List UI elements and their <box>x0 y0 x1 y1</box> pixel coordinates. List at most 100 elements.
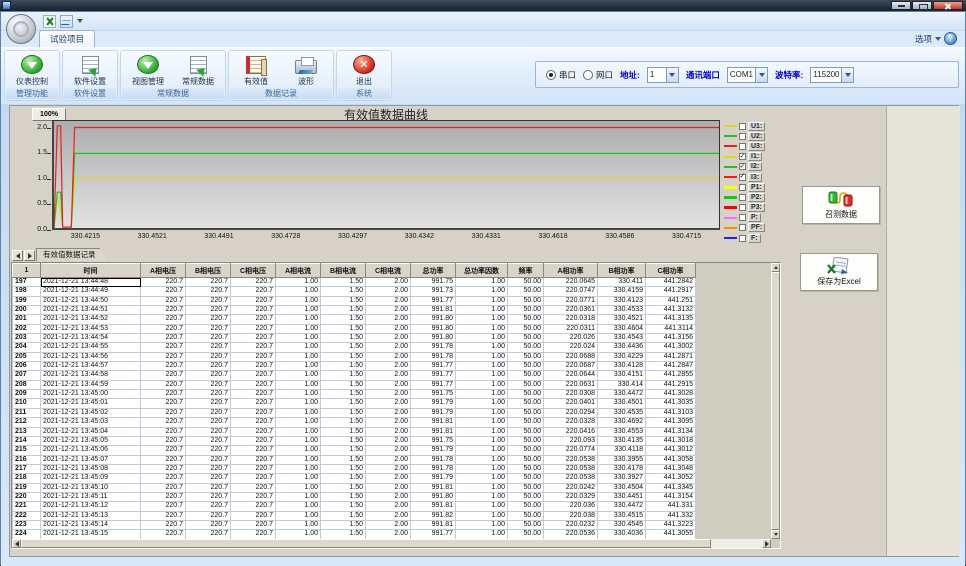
close-button[interactable] <box>933 1 963 10</box>
row-number-cell[interactable]: 204 <box>13 343 41 352</box>
exit-button[interactable]: 退出 <box>339 53 389 87</box>
waveform-button[interactable]: 波形 <box>281 53 331 87</box>
value-cell[interactable]: 1.50 <box>321 455 366 464</box>
value-cell[interactable]: 330.4135 <box>598 436 646 445</box>
legend-checkbox[interactable] <box>739 204 746 211</box>
value-cell[interactable]: 1.00 <box>276 334 321 343</box>
value-cell[interactable]: 330.4543 <box>598 334 646 343</box>
row-number-cell[interactable]: 218 <box>13 474 41 483</box>
value-cell[interactable]: 1.00 <box>276 380 321 389</box>
network-radio[interactable] <box>583 70 593 80</box>
value-cell[interactable]: 50.00 <box>508 278 544 287</box>
value-cell[interactable]: 441.3055 <box>646 530 696 539</box>
value-cell[interactable]: 50.00 <box>508 520 544 529</box>
value-cell[interactable]: 991.80 <box>411 492 456 501</box>
value-cell[interactable]: 1.00 <box>456 530 508 539</box>
value-cell[interactable]: 1.00 <box>276 278 321 287</box>
scroll-right-button[interactable] <box>762 539 771 548</box>
software-settings-button[interactable]: 软件设置 <box>65 53 115 87</box>
time-cell[interactable]: 2021-12-21 13:45:01 <box>41 399 141 408</box>
value-cell[interactable]: 50.00 <box>508 483 544 492</box>
value-cell[interactable]: 330.4151 <box>598 371 646 380</box>
tab-scroll-right-button[interactable] <box>24 250 35 261</box>
value-cell[interactable]: 991.79 <box>411 446 456 455</box>
value-cell[interactable]: 1.50 <box>321 371 366 380</box>
value-cell[interactable]: 330.4501 <box>598 399 646 408</box>
value-cell[interactable]: 220.7 <box>231 306 276 315</box>
value-cell[interactable]: 330.4553 <box>598 427 646 436</box>
value-cell[interactable]: 441.3134 <box>646 427 696 436</box>
value-cell[interactable]: 220.7 <box>231 362 276 371</box>
value-cell[interactable]: 991.75 <box>411 436 456 445</box>
value-cell[interactable]: 2.00 <box>366 343 411 352</box>
value-cell[interactable]: 220.0538 <box>544 464 598 473</box>
value-cell[interactable]: 330.4123 <box>598 296 646 305</box>
value-cell[interactable]: 2.00 <box>366 324 411 333</box>
row-number-cell[interactable]: 198 <box>13 287 41 296</box>
row-number-cell[interactable]: 213 <box>13 427 41 436</box>
value-cell[interactable]: 2.00 <box>366 427 411 436</box>
value-cell[interactable]: 50.00 <box>508 371 544 380</box>
value-cell[interactable]: 50.00 <box>508 502 544 511</box>
value-cell[interactable]: 1.50 <box>321 399 366 408</box>
value-cell[interactable]: 991.81 <box>411 306 456 315</box>
regular-data-button[interactable]: 常规数据 <box>173 53 223 87</box>
value-cell[interactable]: 220.7 <box>141 464 186 473</box>
scroll-left-button[interactable] <box>12 539 21 548</box>
value-cell[interactable]: 991.81 <box>411 418 456 427</box>
value-cell[interactable]: 2.00 <box>366 334 411 343</box>
value-cell[interactable]: 220.7 <box>231 315 276 324</box>
row-number-cell[interactable]: 212 <box>13 418 41 427</box>
options-dropdown-icon[interactable] <box>935 37 941 41</box>
value-cell[interactable]: 50.00 <box>508 427 544 436</box>
value-cell[interactable]: 220.026 <box>544 334 598 343</box>
value-cell[interactable]: 1.00 <box>456 324 508 333</box>
value-cell[interactable]: 220.7 <box>186 502 231 511</box>
value-cell[interactable]: 220.0308 <box>544 390 598 399</box>
value-cell[interactable]: 220.7 <box>141 436 186 445</box>
value-cell[interactable]: 441.3114 <box>646 324 696 333</box>
value-cell[interactable]: 1.00 <box>456 278 508 287</box>
value-cell[interactable]: 1.00 <box>456 315 508 324</box>
value-cell[interactable]: 50.00 <box>508 390 544 399</box>
value-cell[interactable]: 1.50 <box>321 474 366 483</box>
column-header[interactable]: A相功率 <box>544 264 598 278</box>
value-cell[interactable]: 1.50 <box>321 278 366 287</box>
value-cell[interactable]: 991.78 <box>411 343 456 352</box>
value-cell[interactable]: 220.7 <box>231 278 276 287</box>
value-cell[interactable]: 330.4521 <box>598 315 646 324</box>
time-cell[interactable]: 2021-12-21 13:44:54 <box>41 334 141 343</box>
value-cell[interactable]: 330.414 <box>598 380 646 389</box>
value-cell[interactable]: 220.0747 <box>544 287 598 296</box>
value-cell[interactable]: 220.0538 <box>544 474 598 483</box>
legend-checkbox[interactable] <box>739 235 746 242</box>
column-header[interactable]: A相电压 <box>141 264 186 278</box>
value-cell[interactable]: 220.7 <box>231 446 276 455</box>
value-cell[interactable]: 441.3132 <box>646 306 696 315</box>
query-data-button[interactable]: 召测数据 <box>802 186 880 224</box>
value-cell[interactable]: 1.00 <box>276 502 321 511</box>
row-number-cell[interactable]: 201 <box>13 315 41 324</box>
value-cell[interactable]: 220.7 <box>186 324 231 333</box>
row-number-cell[interactable]: 221 <box>13 502 41 511</box>
value-cell[interactable]: 1.00 <box>276 315 321 324</box>
time-cell[interactable]: 2021-12-21 13:45:03 <box>41 418 141 427</box>
time-cell[interactable]: 2021-12-21 13:45:05 <box>41 436 141 445</box>
excel-quick-icon[interactable] <box>43 15 56 28</box>
value-cell[interactable]: 220.7 <box>186 492 231 501</box>
value-cell[interactable]: 991.81 <box>411 520 456 529</box>
value-cell[interactable]: 50.00 <box>508 418 544 427</box>
value-cell[interactable]: 220.7 <box>141 511 186 520</box>
value-cell[interactable]: 2.00 <box>366 520 411 529</box>
row-number-cell[interactable]: 207 <box>13 371 41 380</box>
value-cell[interactable]: 330.4545 <box>598 520 646 529</box>
value-cell[interactable]: 1.00 <box>456 362 508 371</box>
value-cell[interactable]: 220.7 <box>186 427 231 436</box>
value-cell[interactable]: 441.3052 <box>646 474 696 483</box>
table-row[interactable]: 2232021-12-21 13:45:14220.7220.7220.71.0… <box>13 520 696 529</box>
value-cell[interactable]: 220.7 <box>141 352 186 361</box>
value-cell[interactable]: 50.00 <box>508 474 544 483</box>
value-cell[interactable]: 1.00 <box>456 390 508 399</box>
time-cell[interactable]: 2021-12-21 13:44:53 <box>41 324 141 333</box>
value-cell[interactable]: 441.3103 <box>646 408 696 417</box>
